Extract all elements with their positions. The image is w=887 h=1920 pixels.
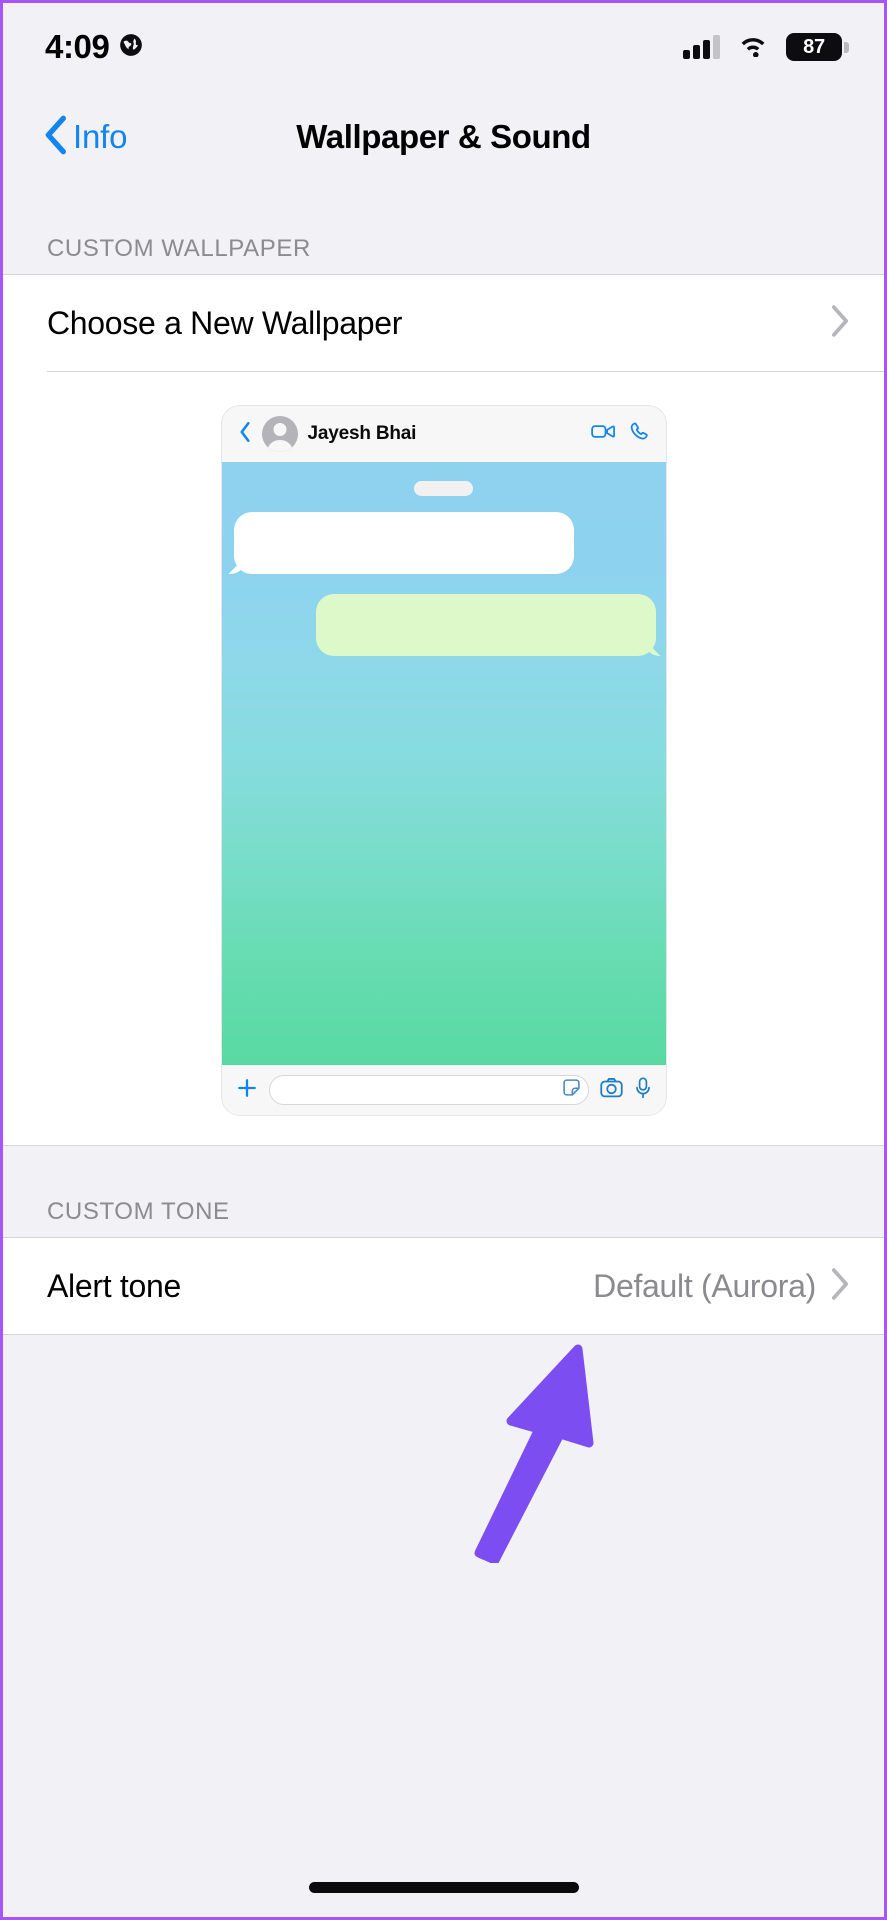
preview-conversation-header: Jayesh Bhai xyxy=(221,406,666,462)
person-avatar-icon xyxy=(261,416,298,452)
row-alert-tone[interactable]: Alert tone Default (Aurora) xyxy=(3,1238,884,1334)
preview-outgoing-bubble xyxy=(315,594,656,656)
globe-icon xyxy=(118,32,144,63)
microphone-icon xyxy=(634,1076,652,1104)
navigation-bar: Info Wallpaper & Sound xyxy=(3,91,884,183)
preview-compose-toolbar xyxy=(221,1065,666,1115)
status-bar-clock: 4:09 xyxy=(45,28,110,65)
camera-icon xyxy=(599,1077,623,1103)
row-choose-new-wallpaper[interactable]: Choose a New Wallpaper xyxy=(3,275,884,371)
row-choose-new-wallpaper-label: Choose a New Wallpaper xyxy=(47,304,403,341)
back-button-label: Info xyxy=(73,118,128,155)
status-bar: 4:09 87 xyxy=(3,3,884,91)
chevron-left-icon xyxy=(238,421,252,448)
tone-group: Alert tone Default (Aurora) xyxy=(3,1237,884,1335)
wallpaper-preview-container: Jayesh Bhai xyxy=(3,372,884,1145)
row-alert-tone-label: Alert tone xyxy=(47,1267,181,1304)
battery-level-label: 87 xyxy=(803,35,825,58)
preview-incoming-bubble xyxy=(233,512,574,574)
preview-timestamp-pill xyxy=(414,481,473,496)
phone-screen: 4:09 87 Info Wallpaper & Sound CUSTOM WA… xyxy=(0,0,887,1920)
row-choose-new-wallpaper-accessory xyxy=(830,304,850,343)
chevron-left-icon xyxy=(43,115,67,160)
page-bottom-spacer xyxy=(3,1335,884,1917)
status-bar-left: 4:09 xyxy=(45,28,144,66)
video-camera-icon xyxy=(590,422,615,446)
section-header-custom-tone: CUSTOM TONE xyxy=(3,1146,884,1237)
section-header-custom-wallpaper: CUSTOM WALLPAPER xyxy=(3,183,884,274)
chevron-right-icon xyxy=(830,304,850,343)
row-alert-tone-accessory: Default (Aurora) xyxy=(593,1267,850,1306)
status-bar-right: 87 xyxy=(683,33,849,62)
battery-icon: 87 xyxy=(786,33,849,61)
preview-message-input xyxy=(268,1075,589,1105)
wallpaper-group: Choose a New Wallpaper Jayesh Bhai xyxy=(3,274,884,1146)
chevron-right-icon xyxy=(830,1267,850,1306)
cellular-signal-icon xyxy=(683,35,720,59)
message-thread-preview[interactable]: Jayesh Bhai xyxy=(221,406,666,1115)
back-button[interactable]: Info xyxy=(43,115,127,160)
preview-contact-name: Jayesh Bhai xyxy=(307,423,417,444)
page-title: Wallpaper & Sound xyxy=(296,118,591,155)
preview-wallpaper-area xyxy=(221,462,666,1065)
preview-call-actions xyxy=(590,421,650,447)
row-alert-tone-value: Default (Aurora) xyxy=(593,1267,816,1304)
home-indicator xyxy=(308,1882,579,1893)
wifi-icon xyxy=(737,33,769,62)
plus-icon xyxy=(236,1077,258,1104)
phone-handset-icon xyxy=(629,421,650,447)
sticker-icon xyxy=(562,1078,581,1102)
